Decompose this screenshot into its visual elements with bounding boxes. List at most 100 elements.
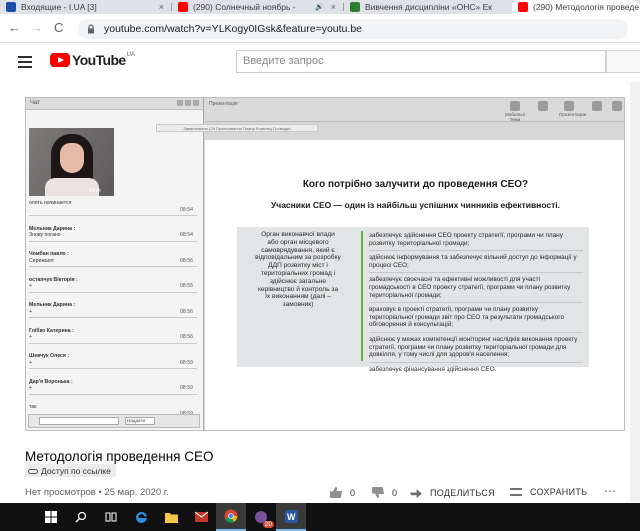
playlist-add-icon xyxy=(510,488,522,496)
chat-time: 08:56 xyxy=(180,334,193,340)
tab-title: Вивчення дисципліни «ОНС» Ек xyxy=(365,2,492,12)
youtube-logo[interactable]: YouTube UA xyxy=(50,52,135,68)
tab-youtube-song[interactable]: (290) Солнечный ноябрь - 🔊 × xyxy=(172,0,342,14)
chat-time: 08:59 xyxy=(180,359,193,366)
youtube-favicon-icon xyxy=(178,2,188,12)
chat-time: 08:54 xyxy=(180,232,193,238)
link-icon xyxy=(28,468,38,474)
slide-subtitle: Учасники СЕО — один із найбільш успішних… xyxy=(270,200,561,210)
presentation-slide: Кого потрібно залучити до проведення СЕО… xyxy=(205,140,624,430)
chat-divider xyxy=(29,266,197,267)
search-input[interactable]: Введите запрос xyxy=(236,50,606,73)
search-icon xyxy=(75,511,87,523)
slide-right-list: забезпечує здійснення СЕО проекту страте… xyxy=(369,231,583,378)
chat-divider xyxy=(29,317,197,318)
reload-icon[interactable]: C xyxy=(54,20,63,35)
chat-time: 08:54 xyxy=(180,206,193,213)
chat-text: + xyxy=(29,334,33,340)
address-bar[interactable]: youtube.com/watch?v=YLKogy0IGsk&feature=… xyxy=(78,19,628,39)
thumbs-down-icon xyxy=(372,487,384,498)
chat-text: так xyxy=(29,404,37,410)
webcam-video: Юлія xyxy=(29,128,114,196)
slide-left-text: Орган виконавчої влади або орган місцево… xyxy=(255,231,341,309)
chat-text: + xyxy=(29,359,33,366)
windows-taskbar: 20 W xyxy=(0,503,640,531)
chat-header: Чат xyxy=(26,98,203,110)
slide-title: Кого потрібно залучити до проведення СЕО… xyxy=(302,179,529,190)
start-button[interactable] xyxy=(36,503,66,531)
chat-title: Чат xyxy=(30,100,40,106)
video-meta: Нет просмотров • 25 мар. 2020 г. xyxy=(25,487,169,498)
like-button[interactable]: 0 xyxy=(330,487,355,498)
chat-message: Дар'я Воронька : +08:59 xyxy=(29,379,197,392)
chat-input xyxy=(39,417,119,425)
tool-icon xyxy=(607,101,624,112)
video-title: Методологія проведення СЕО xyxy=(25,449,214,464)
slide-list-item: забезпечує своєчасні та ефективні можлив… xyxy=(369,275,583,304)
chat-divider xyxy=(29,215,197,216)
presentations-tool: Презентации xyxy=(559,101,586,117)
task-view-button[interactable] xyxy=(96,503,126,531)
save-button[interactable]: СОХРАНИТЬ xyxy=(510,487,587,497)
tab-title: (290) Методологія проведе xyxy=(533,2,640,12)
chat-text: опять начинается xyxy=(29,200,72,206)
browser-tab-strip: Входящие - I.UA [3] × (290) Солнечный но… xyxy=(0,0,640,14)
more-actions-icon[interactable]: ⋯ xyxy=(604,484,616,498)
chat-text: Сережшот xyxy=(29,257,55,264)
tab-course-study[interactable]: Вивчення дисципліни «ОНС» Ек xyxy=(344,0,512,14)
course-favicon-icon xyxy=(350,2,360,12)
chat-time: 08:59 xyxy=(180,385,193,391)
chat-time: 08:55 xyxy=(180,283,193,289)
chat-message: опять начинается 08:54 xyxy=(29,200,197,213)
chat-divider xyxy=(29,240,197,242)
chat-divider xyxy=(29,368,197,369)
chat-text: Знову погано xyxy=(29,232,61,238)
tab-iua-inbox[interactable]: Входящие - I.UA [3] × xyxy=(0,0,170,14)
access-badge: Доступ по ссылке xyxy=(25,464,116,477)
word-taskbar-icon[interactable]: W xyxy=(276,503,306,531)
share-button[interactable]: ПОДЕЛИТЬСЯ xyxy=(410,487,495,498)
viber-taskbar-icon[interactable]: 20 xyxy=(246,503,276,531)
audio-playing-icon[interactable]: 🔊 xyxy=(315,3,324,11)
edge-taskbar-icon[interactable] xyxy=(126,503,156,531)
youtube-favicon-icon xyxy=(518,2,528,12)
video-player[interactable]: Чат Юлія опять начинается 08:54 Мельник Да… xyxy=(25,97,625,431)
mobile-themes-tool: Мобильні Теми xyxy=(505,101,525,122)
slide-content-box: Орган виконавчої влади або орган місцево… xyxy=(237,227,589,373)
chrome-taskbar-icon[interactable] xyxy=(216,503,246,531)
thumbs-up-icon xyxy=(330,487,342,498)
forward-arrow-icon[interactable]: → xyxy=(30,20,43,35)
tab-close-icon[interactable]: × xyxy=(159,2,164,12)
chat-message: так08:59 xyxy=(29,404,197,417)
chat-input-bar: Наддати xyxy=(28,414,200,428)
chat-time: 08:56 xyxy=(180,308,193,315)
menu-hamburger-icon[interactable] xyxy=(18,56,32,68)
chat-message: Мельник Дарина : +08:56 xyxy=(29,302,197,315)
file-explorer-taskbar-icon[interactable] xyxy=(156,503,186,531)
tab-close-icon[interactable]: × xyxy=(331,2,336,12)
chat-message: Глібко Катерина : +08:56 xyxy=(29,328,197,341)
chat-message: остапчук Вікторія : +08:55 xyxy=(29,277,197,290)
share-arrow-icon xyxy=(410,489,422,498)
chat-control-icon xyxy=(185,100,191,106)
chat-divider xyxy=(29,393,197,395)
slide-divider xyxy=(361,231,363,361)
dislike-button[interactable]: 0 xyxy=(372,487,397,498)
page-scrollbar[interactable] xyxy=(630,82,640,502)
lock-icon xyxy=(88,24,94,34)
chat-text: + xyxy=(29,385,33,391)
presentation-header: Презентація Мобильні Теми Презентации xyxy=(205,98,624,122)
chat-panel: Чат Юлія опять начинается 08:54 Мельник Да… xyxy=(26,98,204,430)
back-arrow-icon[interactable]: ← xyxy=(8,20,21,35)
mail-app-taskbar-icon[interactable] xyxy=(186,503,216,531)
iua-favicon-icon xyxy=(6,2,16,12)
windows-logo-icon xyxy=(45,511,57,523)
search-button[interactable] xyxy=(606,50,640,73)
task-view-icon xyxy=(105,512,117,522)
svg-text:W: W xyxy=(287,512,296,522)
chat-divider xyxy=(29,342,197,344)
taskbar-search-button[interactable] xyxy=(66,503,96,531)
chat-recipient-select: Наддати xyxy=(125,417,155,425)
tab-youtube-methodology[interactable]: (290) Методологія проведе xyxy=(512,0,640,14)
tool-icon xyxy=(587,101,607,112)
